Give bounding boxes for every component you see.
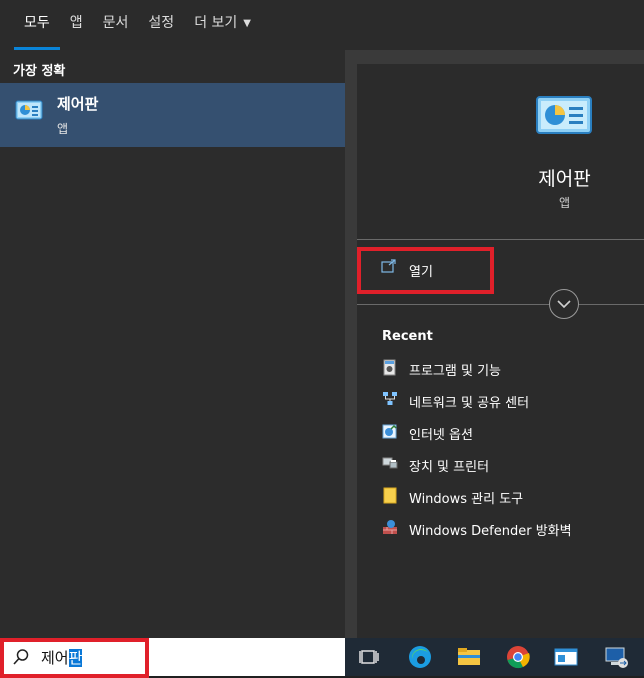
app-window-icon[interactable] bbox=[553, 644, 579, 670]
recent-item-label: 장치 및 프린터 bbox=[409, 460, 490, 475]
best-match-item[interactable]: 제어판 앱 bbox=[0, 83, 345, 147]
tab-apps-label: 앱 bbox=[69, 15, 83, 31]
highlight-box bbox=[0, 638, 149, 678]
recent-item-label: 네트워크 및 공유 센터 bbox=[409, 396, 530, 411]
folder-icon bbox=[382, 487, 398, 509]
tab-settings-label: 설정 bbox=[148, 15, 175, 31]
taskbar bbox=[345, 638, 644, 676]
recent-heading: Recent bbox=[382, 329, 433, 344]
recent-item-firewall[interactable]: Windows Defender 방화벽 bbox=[357, 515, 644, 543]
divider bbox=[357, 239, 644, 240]
task-view-icon[interactable] bbox=[357, 644, 383, 670]
tab-all[interactable]: 모두 bbox=[14, 0, 60, 50]
detail-pane: 제어판 앱 열기 Recent 프로그램 및 기능 네트워크 및 공유 센터 인… bbox=[357, 64, 644, 638]
firewall-icon bbox=[382, 519, 398, 539]
programs-features-icon bbox=[382, 359, 398, 381]
recent-item-internet-options[interactable]: 인터넷 옵션 bbox=[357, 419, 644, 447]
recent-item-label: 프로그램 및 기능 bbox=[409, 364, 501, 379]
devices-printers-icon bbox=[382, 455, 398, 475]
tab-all-label: 모두 bbox=[24, 15, 50, 31]
recent-item-label: 인터넷 옵션 bbox=[409, 428, 473, 443]
best-match-type: 앱 bbox=[57, 122, 69, 136]
network-icon bbox=[382, 391, 398, 411]
control-panel-icon bbox=[15, 100, 43, 126]
recent-item-programs[interactable]: 프로그램 및 기능 bbox=[357, 355, 644, 383]
search-filter-tabs: 모두 앱 문서 설정 더 보기 ▼ bbox=[0, 0, 644, 50]
expand-button[interactable] bbox=[549, 289, 579, 319]
highlight-box bbox=[357, 247, 494, 294]
tab-more[interactable]: 더 보기 ▼ bbox=[184, 0, 261, 50]
recent-item-label: Windows Defender 방화벽 bbox=[409, 524, 572, 539]
chrome-icon[interactable] bbox=[505, 644, 531, 670]
remote-desktop-icon[interactable] bbox=[603, 644, 629, 670]
best-match-name: 제어판 bbox=[57, 95, 99, 113]
recent-item-admin-tools[interactable]: Windows 관리 도구 bbox=[357, 483, 644, 511]
file-explorer-icon[interactable] bbox=[456, 644, 482, 670]
chevron-down-icon: ▼ bbox=[243, 18, 251, 29]
detail-app-type: 앱 bbox=[558, 196, 571, 210]
best-match-heading: 가장 정확 bbox=[13, 64, 66, 79]
divider bbox=[357, 304, 644, 305]
recent-item-devices[interactable]: 장치 및 프린터 bbox=[357, 451, 644, 479]
tab-more-label: 더 보기 bbox=[194, 15, 238, 31]
chevron-down-icon bbox=[557, 300, 571, 309]
control-panel-icon bbox=[536, 96, 592, 140]
recent-item-network[interactable]: 네트워크 및 공유 센터 bbox=[357, 387, 644, 415]
tab-documents[interactable]: 문서 bbox=[93, 0, 139, 50]
internet-options-icon bbox=[382, 423, 398, 443]
detail-app-name: 제어판 bbox=[538, 168, 591, 190]
recent-item-label: Windows 관리 도구 bbox=[409, 492, 524, 507]
tab-documents-label: 문서 bbox=[102, 15, 129, 31]
edge-icon[interactable] bbox=[407, 644, 433, 670]
tab-settings[interactable]: 설정 bbox=[138, 0, 184, 50]
tab-apps[interactable]: 앱 bbox=[60, 0, 93, 50]
results-pane: 가장 정확 제어판 앱 bbox=[0, 50, 345, 638]
